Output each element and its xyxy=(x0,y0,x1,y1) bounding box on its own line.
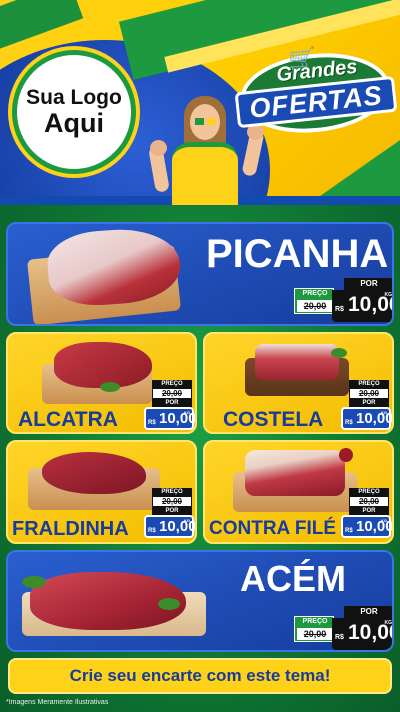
product-name: COSTELA xyxy=(223,408,324,431)
product-name: ACÉM xyxy=(240,558,346,599)
product-card-contra-file[interactable]: CONTRA FILÉ PREÇO 20,00 POR R$ 10,00 KG xyxy=(203,440,394,544)
herb-decor xyxy=(22,576,46,588)
unit-label: KG xyxy=(384,620,393,626)
herb-decor xyxy=(100,382,120,392)
onion-decor xyxy=(339,448,353,462)
meat-image-fraldinha xyxy=(42,452,146,494)
product-name: FRALDINHA xyxy=(12,518,129,540)
por-label: POR xyxy=(344,606,392,618)
old-price-box: PREÇO 20,00 xyxy=(294,616,334,642)
product-name: PICANHA xyxy=(206,232,389,276)
price-tag: POR PREÇO 20,00 R$ 10,00 KG xyxy=(294,606,393,650)
price-tag: PREÇO 20,00 POR R$ 10,00 KG xyxy=(144,488,197,538)
new-price-box: R$ 10,00 KG xyxy=(144,407,197,430)
old-price: 20,00 xyxy=(152,388,192,399)
footnote: *Imagens Meramente Ilustrativas xyxy=(6,699,109,706)
new-price-box: R$ 10,00 KG xyxy=(341,515,394,538)
unit-label: KG xyxy=(184,410,190,415)
product-card-fraldinha[interactable]: FRALDINHA PREÇO 20,00 POR R$ 10,00 KG xyxy=(6,440,197,544)
unit-label: KG xyxy=(184,518,190,523)
product-name: ALCATRA xyxy=(18,408,118,431)
product-card-acem[interactable]: ACÉM POR PREÇO 20,00 R$ 10,00 KG xyxy=(6,550,394,652)
currency-label: R$ xyxy=(148,420,156,426)
old-price: 20,00 xyxy=(297,300,333,312)
price-value: 10,00 xyxy=(159,518,197,535)
old-price-box: PREÇO 20,00 xyxy=(294,288,334,314)
logo-text-line2: Aqui xyxy=(44,107,104,138)
cta-banner[interactable]: Crie seu encarte com este tema! xyxy=(8,658,392,694)
new-price-box: R$ 10,00 KG xyxy=(332,290,393,322)
price-value: 10,00 xyxy=(159,410,197,427)
product-card-alcatra[interactable]: ALCATRA PREÇO 20,00 POR R$ 10,00 KG xyxy=(6,332,197,434)
new-price-box: R$ 10,00 KG xyxy=(332,618,393,650)
header-banner: Sua Logo Aqui 🛒 Grandes OFERTAS xyxy=(0,0,400,205)
product-name: CONTRA FILÉ xyxy=(209,518,337,539)
currency-label: R$ xyxy=(335,634,344,641)
meat-image-costela xyxy=(255,344,339,380)
product-card-costela[interactable]: COSTELA PREÇO 20,00 POR R$ 10,00 KG xyxy=(203,332,394,434)
meat-image-alcatra xyxy=(54,342,152,388)
price-tag: POR PREÇO 20,00 R$ 10,00 KG xyxy=(294,278,393,322)
new-price-box: R$ 10,00 KG xyxy=(144,515,197,538)
old-price: 20,00 xyxy=(152,496,192,507)
price-value: 10,00 xyxy=(356,410,394,427)
logo-placeholder[interactable]: Sua Logo Aqui xyxy=(12,50,136,174)
unit-label: KG xyxy=(381,518,387,523)
unit-label: KG xyxy=(381,410,387,415)
grandes-ofertas-badge: 🛒 Grandes OFERTAS xyxy=(232,46,398,140)
meat-image-contra-file xyxy=(245,450,345,496)
old-price: 20,00 xyxy=(297,628,333,640)
currency-label: R$ xyxy=(345,528,353,534)
preco-label: PREÇO xyxy=(302,290,328,297)
logo-text-line1: Sua Logo xyxy=(26,85,122,109)
currency-label: R$ xyxy=(148,528,156,534)
unit-label: KG xyxy=(384,292,393,298)
old-price: 20,00 xyxy=(349,496,389,507)
currency-label: R$ xyxy=(345,420,353,426)
price-tag: PREÇO 20,00 POR R$ 10,00 KG xyxy=(144,380,197,430)
product-card-picanha[interactable]: PICANHA POR PREÇO 20,00 R$ 10,00 KG xyxy=(6,222,394,326)
currency-label: R$ xyxy=(335,306,344,313)
old-price: 20,00 xyxy=(349,388,389,399)
por-label: POR xyxy=(344,278,392,290)
new-price-box: R$ 10,00 KG xyxy=(341,407,394,430)
herb-decor xyxy=(158,598,180,610)
preco-label: PREÇO xyxy=(302,618,328,625)
herb-decor xyxy=(331,348,347,358)
price-tag: PREÇO 20,00 POR R$ 10,00 KG xyxy=(341,488,394,538)
price-tag: PREÇO 20,00 POR R$ 10,00 KG xyxy=(341,380,394,430)
price-value: 10,00 xyxy=(356,518,394,535)
